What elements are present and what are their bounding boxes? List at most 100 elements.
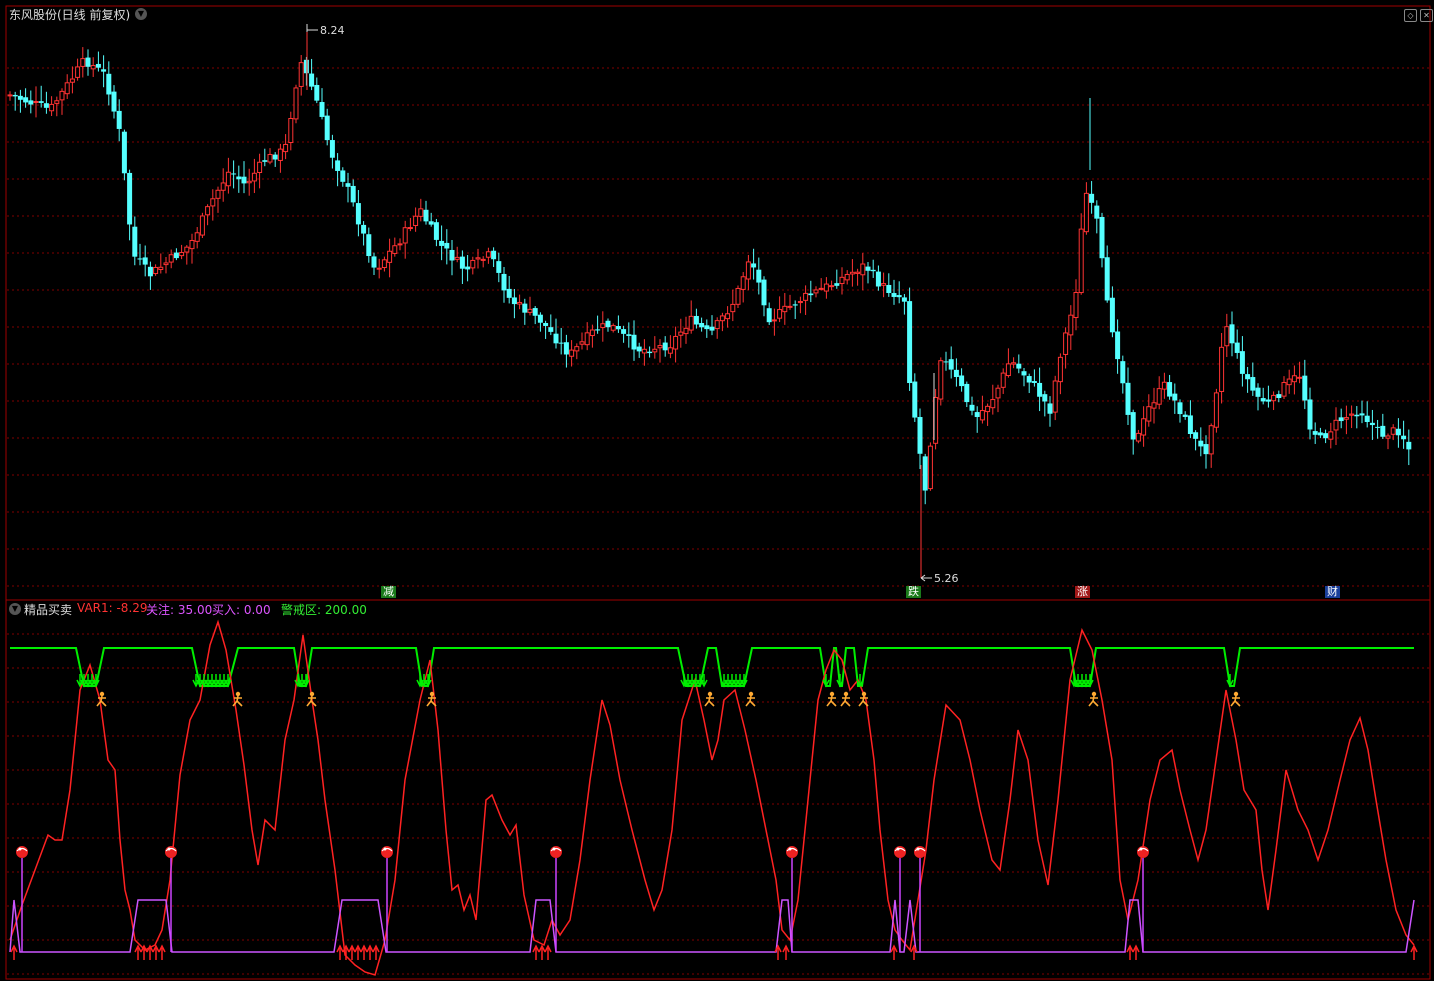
max-price-label: 8.24 bbox=[320, 24, 345, 37]
candle bbox=[1005, 348, 1011, 378]
event-badge-finance[interactable]: 财 bbox=[1325, 586, 1340, 598]
candle bbox=[1364, 401, 1370, 428]
candle bbox=[704, 319, 710, 338]
candle bbox=[657, 339, 663, 363]
indicator-name[interactable]: 精品买卖 bbox=[24, 601, 72, 618]
candle bbox=[1271, 391, 1277, 411]
candle bbox=[1167, 374, 1173, 400]
candle bbox=[101, 55, 107, 88]
candle bbox=[340, 167, 346, 187]
candle bbox=[678, 318, 684, 348]
candle bbox=[173, 248, 179, 261]
candle bbox=[491, 247, 497, 268]
candle bbox=[730, 289, 736, 322]
sell-arrow-icon bbox=[1078, 674, 1086, 688]
sell-arrow-icon bbox=[732, 674, 740, 688]
candle bbox=[860, 253, 866, 291]
legend-jingjie: 警戒区: 200.00 bbox=[281, 603, 367, 617]
candle bbox=[1338, 408, 1344, 429]
restore-icon[interactable]: ◇ bbox=[1404, 9, 1417, 22]
candle bbox=[808, 280, 814, 303]
chevron-down-icon[interactable]: ▼ bbox=[9, 603, 21, 615]
candle bbox=[735, 285, 741, 309]
candle bbox=[1260, 387, 1266, 405]
candle bbox=[901, 294, 907, 315]
candle bbox=[558, 327, 564, 355]
candle bbox=[199, 212, 205, 239]
candle bbox=[751, 248, 757, 280]
candle bbox=[1323, 429, 1329, 444]
candle bbox=[527, 296, 533, 316]
candle bbox=[969, 396, 975, 416]
candle bbox=[979, 395, 985, 424]
candle bbox=[366, 227, 372, 263]
candle bbox=[501, 266, 507, 303]
candle bbox=[319, 88, 325, 120]
runner-icon bbox=[840, 691, 851, 707]
candle bbox=[834, 269, 840, 289]
candle bbox=[142, 245, 148, 277]
candlestick-series[interactable] bbox=[7, 32, 1412, 578]
signal-markers bbox=[10, 674, 1418, 960]
candle bbox=[1161, 372, 1167, 399]
chevron-down-icon[interactable]: ▼ bbox=[135, 8, 147, 20]
candle bbox=[1198, 427, 1204, 457]
candle bbox=[1286, 369, 1292, 394]
candle bbox=[1203, 435, 1209, 469]
candle bbox=[132, 216, 138, 266]
buy-arrow-icon bbox=[1126, 944, 1134, 960]
candle bbox=[647, 346, 653, 358]
candle bbox=[163, 257, 169, 274]
candle bbox=[553, 318, 559, 349]
candle bbox=[777, 296, 783, 323]
close-icon[interactable]: ✕ bbox=[1420, 9, 1433, 22]
candle bbox=[69, 66, 75, 94]
candle bbox=[579, 332, 585, 350]
candle bbox=[1349, 405, 1355, 429]
candle bbox=[537, 312, 543, 332]
candle bbox=[439, 225, 445, 261]
candle bbox=[543, 320, 549, 339]
candle bbox=[1094, 200, 1100, 234]
candle bbox=[64, 74, 70, 99]
sell-arrow-icon bbox=[208, 674, 216, 688]
candle bbox=[413, 207, 419, 232]
event-badge-reduce[interactable]: 减 bbox=[381, 586, 396, 598]
candle bbox=[1291, 365, 1297, 395]
buy-arrow-icon bbox=[538, 944, 546, 960]
candle bbox=[12, 91, 18, 111]
candle bbox=[1406, 429, 1412, 466]
ball-icon bbox=[894, 846, 906, 952]
candle bbox=[1057, 353, 1063, 395]
legend-guanzhu: 关注: 35.00 bbox=[146, 603, 213, 617]
candle bbox=[881, 272, 887, 298]
runner-icon bbox=[1088, 691, 1099, 707]
candle bbox=[1052, 375, 1058, 421]
main-panel-title[interactable]: 东风股份(日线 前复权) bbox=[9, 6, 130, 23]
candle bbox=[1182, 411, 1188, 420]
candle bbox=[1187, 400, 1193, 439]
event-badge-fall[interactable]: 跌 bbox=[906, 586, 921, 598]
candle bbox=[1385, 433, 1391, 450]
candle bbox=[433, 218, 439, 247]
candle bbox=[153, 264, 159, 276]
candle bbox=[246, 168, 252, 196]
runner-icon bbox=[704, 691, 715, 707]
candle bbox=[714, 317, 720, 339]
candle bbox=[641, 339, 647, 366]
event-badge-rise[interactable]: 涨 bbox=[1075, 586, 1090, 598]
candle bbox=[59, 88, 65, 115]
candle bbox=[855, 268, 861, 286]
candle bbox=[1229, 311, 1235, 357]
candle bbox=[595, 315, 601, 334]
runner-icon bbox=[1230, 691, 1241, 707]
candle bbox=[121, 129, 127, 181]
candle bbox=[652, 336, 658, 359]
candle bbox=[303, 56, 309, 86]
candle bbox=[517, 294, 523, 310]
candle bbox=[693, 308, 699, 329]
candle bbox=[465, 255, 471, 282]
candle bbox=[964, 381, 970, 408]
candle bbox=[1172, 383, 1178, 414]
candle bbox=[262, 148, 268, 167]
